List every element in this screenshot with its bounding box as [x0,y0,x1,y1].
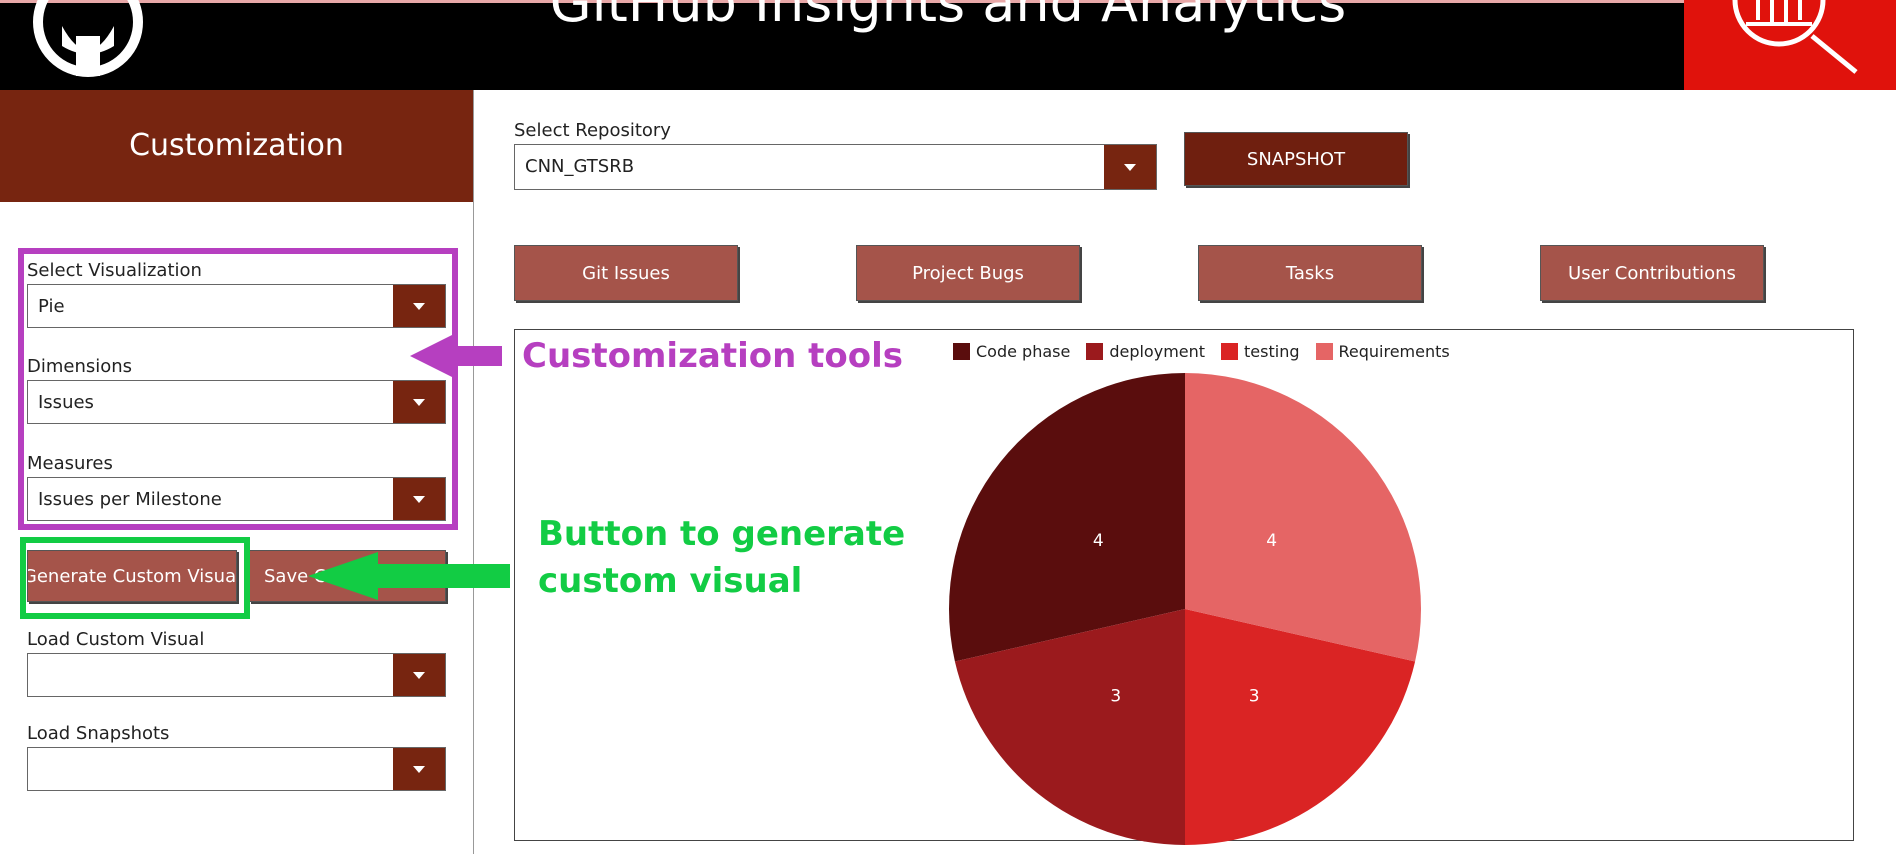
legend-item: deployment [1086,342,1205,361]
legend-swatch [1221,343,1239,360]
legend-item: Code phase [953,342,1070,361]
legend-item: testing [1221,342,1300,361]
generate-annotation-line1: Button to generate [538,514,906,554]
app-header: GitHub Insights and Analytics [0,0,1896,90]
legend-swatch [953,343,970,360]
repository-label: Select Repository [514,120,671,141]
tab-project-bugs[interactable]: Project Bugs [856,245,1080,301]
chevron-down-icon[interactable] [393,654,445,696]
green-arrow-icon [308,552,510,600]
legend-label: Code phase [976,342,1071,361]
pie-data-label: 3 [1249,687,1260,707]
chevron-down-icon[interactable] [1104,145,1156,189]
load-snapshots-label: Load Snapshots [27,723,170,744]
tab-git-issues[interactable]: Git Issues [514,245,738,301]
app-title: GitHub Insights and Analytics [549,0,1347,34]
generate-highlight-box [20,537,250,619]
load-snapshots-select[interactable] [27,747,446,791]
legend-swatch [1315,343,1333,360]
load-custom-visual-select[interactable] [27,653,446,697]
pie-data-label: 4 [1093,531,1104,551]
generate-annotation-line2: custom visual [538,561,803,601]
pie-data-label: 3 [1110,687,1121,707]
sidebar-title: Customization [0,90,473,202]
github-logo-icon [33,0,143,77]
legend-swatch [1086,343,1104,360]
pie-chart: 4 3 3 4 [949,373,1421,845]
repository-value: CNN_GTSRB [525,156,635,177]
legend-label: Requirements [1338,342,1450,361]
repository-select[interactable]: CNN_GTSRB [514,144,1157,190]
snapshot-button[interactable]: SNAPSHOT [1184,132,1408,186]
customization-highlight-box [18,248,458,530]
chart-legend: Code phase deployment testing Requirements [953,342,1450,361]
pie-data-label: 4 [1266,531,1277,551]
tab-tasks[interactable]: Tasks [1198,245,1422,301]
tab-user-contributions[interactable]: User Contributions [1540,245,1764,301]
legend-label: testing [1244,342,1300,361]
search-report-icon [1684,0,1896,90]
legend-item: Requirements [1315,342,1450,361]
purple-arrow-icon [410,332,502,380]
legend-label: deployment [1109,342,1206,361]
load-custom-visual-label: Load Custom Visual [27,629,205,650]
chevron-down-icon[interactable] [393,748,445,790]
customization-tools-annotation: Customization tools [522,336,903,376]
